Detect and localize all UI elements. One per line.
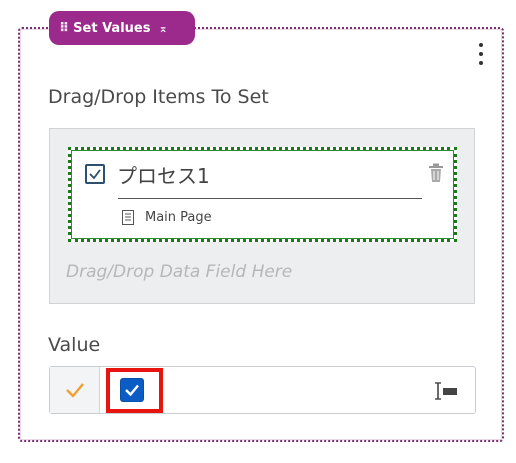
value-prefix [50, 367, 100, 413]
value-checkbox[interactable] [120, 378, 144, 402]
page-icon [122, 210, 134, 225]
tag-label: Set Values [73, 20, 151, 36]
collapse-icon[interactable]: ⌅ [158, 22, 167, 35]
checkmark-icon [65, 383, 84, 398]
set-values-tag[interactable]: ⠿ Set Values ⌅ [49, 11, 195, 45]
item-title: プロセス1 [117, 164, 210, 188]
more-vertical-icon[interactable] [474, 43, 488, 65]
item-divider [118, 198, 422, 199]
section-label: Drag/Drop Items To Set [48, 86, 269, 108]
drop-hint: Drag/Drop Data Field Here [66, 262, 293, 282]
value-label: Value [48, 334, 101, 356]
page-label: Main Page [145, 210, 212, 225]
item-check-icon [85, 164, 105, 184]
trash-icon[interactable] [428, 163, 444, 183]
drag-handle-icon[interactable]: ⠿ [59, 21, 69, 36]
text-cursor-icon[interactable] [432, 381, 458, 401]
